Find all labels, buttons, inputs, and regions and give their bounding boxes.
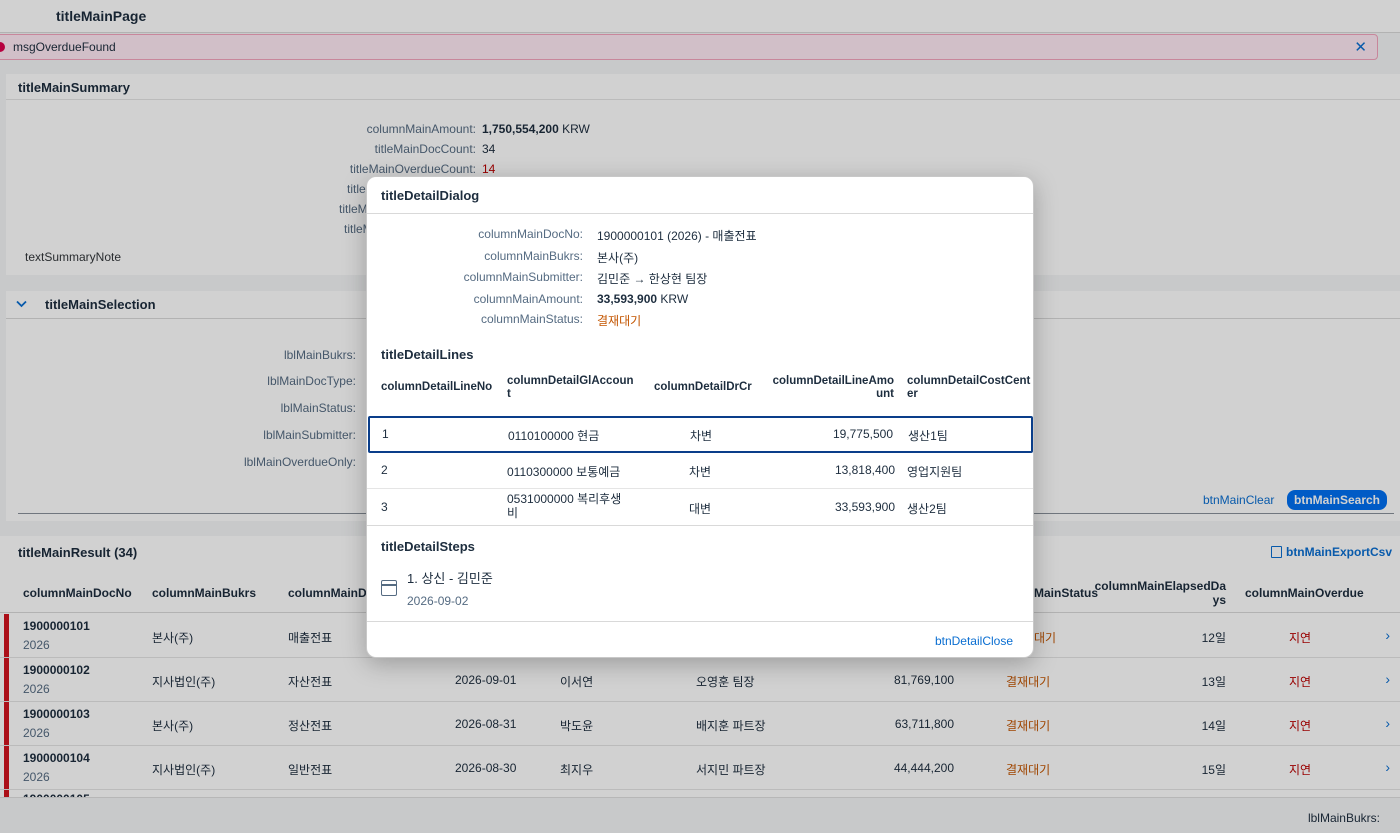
step-date: 2026-09-02	[407, 594, 469, 608]
line-glaccount: 0531000000 복리후생 비	[507, 492, 622, 520]
line-amount: 13,818,400	[834, 463, 895, 477]
line-no: 2	[381, 463, 388, 477]
line-drcr: 차변	[690, 429, 713, 443]
line-glaccount: 0110300000 보통예금	[507, 465, 621, 479]
line-drcr: 대변	[689, 502, 712, 516]
col-lineamount[interactable]: columnDetailLineAmo unt	[773, 375, 894, 401]
detail-field-bukrs: columnMainBukrs: 본사(주)	[367, 249, 1033, 269]
line-costcenter: 생산1팀	[908, 429, 948, 443]
field-value: 33,593,900 KRW	[597, 292, 689, 306]
col-glaccount[interactable]: columnDetailGlAccoun t	[507, 375, 634, 401]
line-no: 3	[381, 500, 388, 514]
line-glaccount: 0110100000 현금	[508, 429, 600, 443]
line-costcenter: 생산2팀	[907, 502, 947, 516]
detail-field-docno: columnMainDocNo: 1900000101 (2026) - 매출전…	[367, 227, 1033, 247]
field-label: columnMainDocNo:	[478, 227, 583, 241]
field-label: columnMainBukrs:	[484, 249, 583, 263]
dialog-footer: btnDetailClose	[367, 621, 1033, 657]
field-value: 결재대기	[597, 314, 642, 328]
line-costcenter: 영업지원팀	[907, 465, 963, 479]
steps-section-title: titleDetailSteps	[381, 539, 475, 554]
field-value: 본사(주)	[597, 251, 639, 265]
col-drcr[interactable]: columnDetailDrCr	[654, 381, 752, 394]
line-no: 1	[382, 427, 389, 441]
calendar-icon	[381, 580, 397, 596]
field-label: columnMainSubmitter:	[463, 270, 583, 284]
col-costcenter[interactable]: columnDetailCostCent er	[907, 375, 1030, 401]
detail-dialog: titleDetailDialog columnMainDocNo: 19000…	[366, 176, 1034, 658]
step-title: 1. 상신 - 김민준	[407, 571, 493, 586]
line-row-selected[interactable]: 1 0110100000 현금 차변 19,775,500 생산1팀	[368, 416, 1033, 453]
field-value: 1900000101 (2026) - 매출전표	[597, 229, 757, 243]
divider	[367, 213, 1033, 214]
field-label: columnMainStatus:	[480, 312, 583, 326]
line-row[interactable]: 3 0531000000 복리후생 비 대변 33,593,900 생산2팀	[367, 489, 1033, 526]
dialog-title: titleDetailDialog	[381, 188, 480, 203]
field-value: 김민준 → 한상현 팀장	[597, 272, 708, 286]
col-lineno[interactable]: columnDetailLineNo	[381, 381, 492, 394]
close-dialog-button[interactable]: btnDetailClose	[935, 634, 1013, 648]
line-row[interactable]: 2 0110300000 보통예금 차변 13,818,400 영업지원팀	[367, 452, 1033, 489]
lines-section-title: titleDetailLines	[381, 347, 474, 362]
detail-field-amount: columnMainAmount: 33,593,900 KRW	[367, 292, 1033, 312]
detail-field-submitter: columnMainSubmitter: 김민준 → 한상현 팀장	[367, 270, 1033, 290]
field-label: columnMainAmount:	[473, 292, 583, 306]
line-drcr: 차변	[689, 465, 712, 479]
line-amount: 19,775,500	[832, 427, 893, 441]
detail-field-status: columnMainStatus: 결재대기	[367, 312, 1033, 332]
line-amount: 33,593,900	[834, 500, 895, 514]
